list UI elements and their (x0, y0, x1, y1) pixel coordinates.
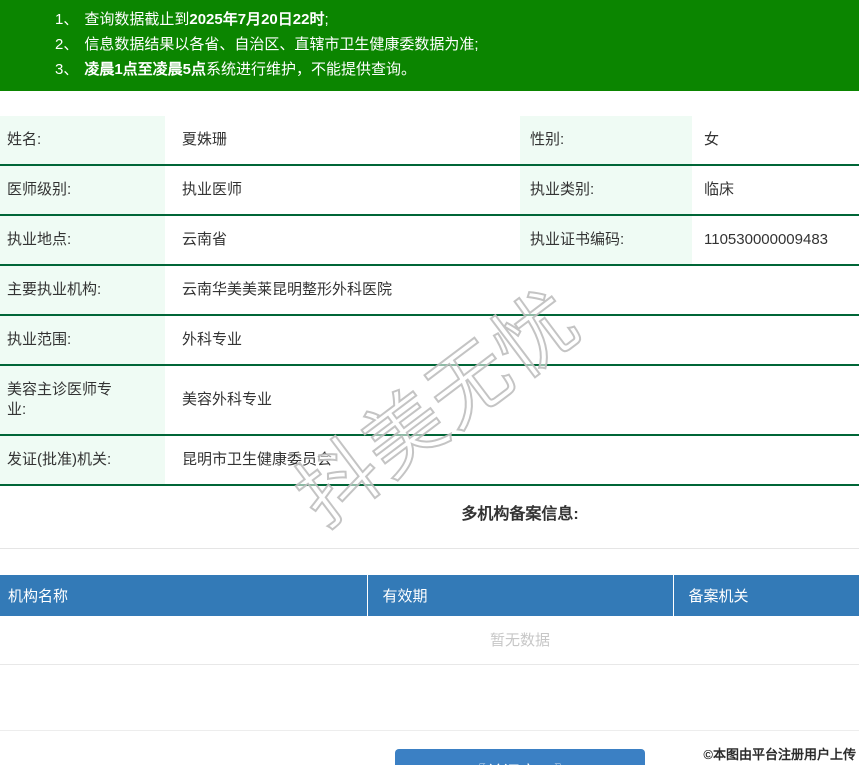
multi-institution-section-title: 多机构备案信息: (0, 486, 859, 549)
filing-header-validity: 有效期 (366, 575, 673, 616)
upload-credit-text: ©本图由平台注册用户上传 (703, 747, 856, 762)
notice-line-2: 2、 信息数据结果以各省、自治区、直辖市卫生健康委数据为准; (55, 32, 859, 57)
info-row-level-category: 医师级别: 执业医师 执业类别: 临床 (0, 165, 859, 215)
notice-text: ; (324, 11, 329, 28)
notice-line-1: 1、 查询数据截止到2025年7月20日22时; (55, 7, 859, 32)
field-label-practice-scope: 执业范围: (0, 315, 165, 365)
field-value-license-number: 110530000009483 (704, 231, 829, 248)
close-window-button[interactable]: 〖关闭窗口〗 (395, 749, 645, 765)
field-label-issuing-authority: 发证(批准)机关: (0, 435, 165, 485)
practitioner-info-table: 姓名: 夏姝珊 性别: 女 医师级别: 执业医师 执业类别: 临床 执业地点: … (0, 116, 859, 486)
query-result-page: 1、 查询数据截止到2025年7月20日22时; 2、 信息数据结果以各省、自治区、… (0, 0, 859, 765)
info-row-cosmetic-specialty: 美容主诊医师专业: 美容外科专业 (0, 365, 859, 435)
field-label-name: 姓名: (0, 116, 165, 165)
filing-header-authority: 备案机关 (672, 575, 859, 616)
field-value-gender: 女 (704, 131, 720, 148)
filing-header-row: 机构名称 有效期 备案机关 (0, 575, 859, 616)
notice-text: 系统进行维护，不能提供查询。 (206, 61, 417, 78)
filing-empty-row: 暂无数据 (0, 616, 859, 665)
field-value-issuing-authority: 昆明市卫生健康委员会 (182, 451, 333, 468)
notice-number: 2、 (55, 36, 79, 53)
notice-text: 信息数据结果以各省、自治区、直辖市卫生健康委数据为准; (84, 36, 479, 53)
info-row-location-license: 执业地点: 云南省 执业证书编码: 110530000009483 (0, 215, 859, 265)
empty-state-text: 暂无数据 (0, 616, 859, 665)
field-label-practice-category: 执业类别: (520, 165, 692, 215)
field-label-cosmetic-specialty: 美容主诊医师专业: (0, 365, 165, 435)
filing-header-institution: 机构名称 (0, 575, 367, 616)
notice-number: 3、 (55, 61, 79, 78)
bottom-divider (0, 730, 859, 731)
field-value-main-institution: 云南华美美莱昆明整形外科医院 (182, 281, 393, 298)
field-value-practice-location: 云南省 (182, 231, 228, 248)
info-row-practice-scope: 执业范围: 外科专业 (0, 315, 859, 365)
info-row-main-institution: 主要执业机构: 云南华美美莱昆明整形外科医院 (0, 265, 859, 315)
field-value-practice-category: 临床 (704, 181, 735, 198)
field-label-license-number: 执业证书编码: (520, 215, 692, 265)
field-label-doctor-level: 医师级别: (0, 165, 165, 215)
field-label-gender: 性别: (520, 116, 692, 165)
filing-table: 机构名称 有效期 备案机关 暂无数据 (0, 575, 859, 665)
field-value-cosmetic-specialty: 美容外科专业 (182, 391, 273, 408)
field-label-main-institution: 主要执业机构: (0, 265, 165, 315)
notice-number: 1、 (55, 11, 79, 28)
field-value-doctor-level: 执业医师 (182, 181, 243, 198)
notice-line-3: 3、 凌晨1点至凌晨5点系统进行维护，不能提供查询。 (55, 57, 859, 82)
info-row-issuing-authority: 发证(批准)机关: 昆明市卫生健康委员会 (0, 435, 859, 485)
notice-text-bold: 凌晨1点至凌晨5点 (84, 61, 207, 78)
field-value-name: 夏姝珊 (182, 131, 228, 148)
notice-banner: 1、 查询数据截止到2025年7月20日22时; 2、 信息数据结果以各省、自治区、… (0, 0, 859, 91)
info-row-name-gender: 姓名: 夏姝珊 性别: 女 (0, 116, 859, 165)
field-label-practice-location: 执业地点: (0, 215, 165, 265)
field-value-practice-scope: 外科专业 (182, 331, 243, 348)
notice-text-bold: 2025年7月20日22时 (189, 11, 325, 28)
notice-text: 查询数据截止到 (84, 11, 190, 28)
